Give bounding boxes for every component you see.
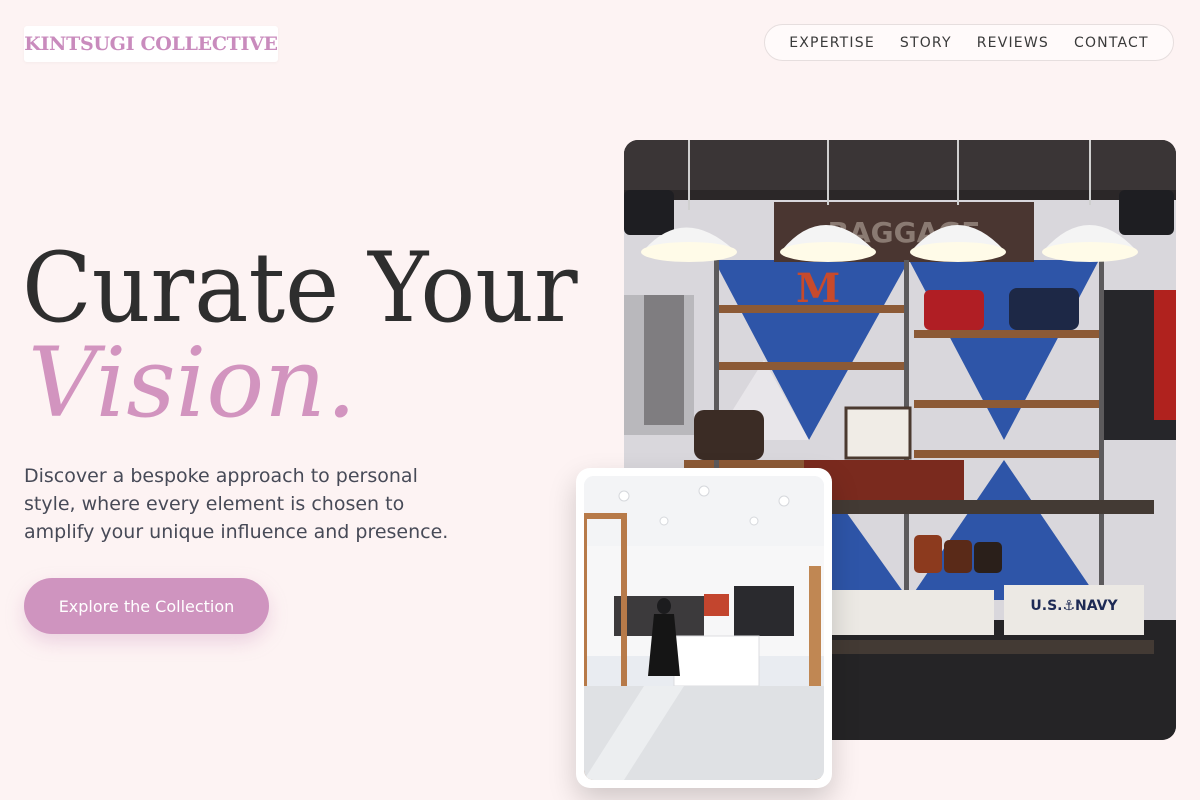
brand-logo[interactable]: KINTSUGI COLLECTIVE	[24, 26, 278, 62]
store-photo-card	[576, 468, 832, 788]
hero-title-line1: Curate Your	[22, 232, 578, 344]
nav-link-story[interactable]: STORY	[900, 35, 952, 51]
hero-title-line2: Vision.	[28, 327, 357, 439]
nav-link-expertise[interactable]: EXPERTISE	[789, 35, 875, 51]
tshirt-print: U.S.⚓NAVY	[1030, 598, 1118, 614]
store-bright-photo	[584, 476, 824, 780]
hero-description: Discover a bespoke approach to personal …	[24, 465, 449, 543]
main-nav: EXPERTISE STORY REVIEWS CONTACT	[764, 24, 1174, 61]
store-bright-illustration	[584, 476, 824, 780]
nav-link-reviews[interactable]: REVIEWS	[977, 35, 1049, 51]
explore-collection-button[interactable]: Explore the Collection	[24, 578, 269, 634]
display-letter: M	[796, 265, 840, 312]
nav-link-contact[interactable]: CONTACT	[1074, 35, 1149, 51]
